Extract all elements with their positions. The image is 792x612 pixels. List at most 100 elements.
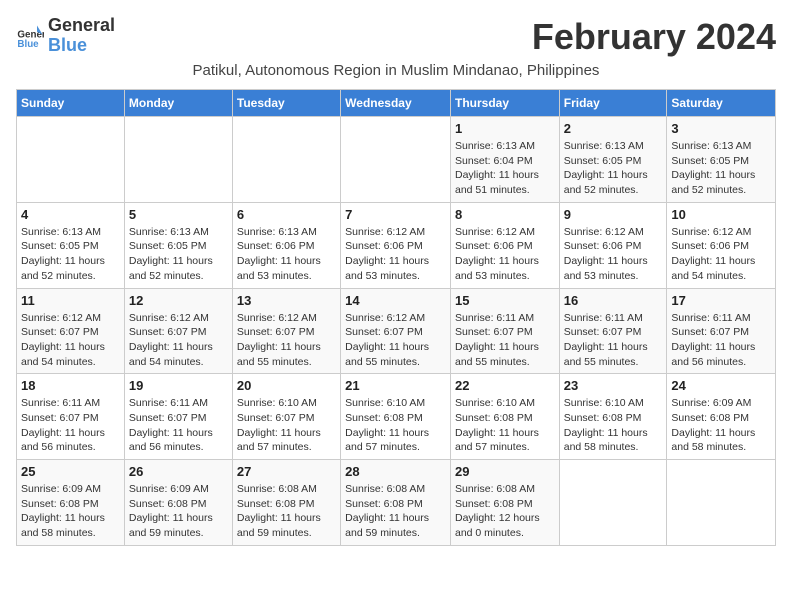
day-detail: Sunrise: 6:12 AM Sunset: 6:07 PM Dayligh…: [21, 311, 120, 370]
day-number: 5: [129, 207, 228, 222]
day-number: 15: [455, 293, 555, 308]
calendar-cell: [124, 117, 232, 203]
calendar-cell: 1 Sunrise: 6:13 AM Sunset: 6:04 PM Daylig…: [450, 117, 559, 203]
day-number: 16: [564, 293, 663, 308]
logo-blue-text: Blue: [48, 36, 115, 56]
day-number: 17: [671, 293, 771, 308]
day-number: 26: [129, 464, 228, 479]
month-title: February 2024: [532, 16, 776, 58]
calendar-cell: 21 Sunrise: 6:10 AM Sunset: 6:08 PM Dayli…: [341, 374, 451, 460]
svg-text:Blue: Blue: [17, 39, 39, 50]
day-number: 27: [237, 464, 336, 479]
calendar-cell: [667, 460, 776, 546]
day-detail: Sunrise: 6:13 AM Sunset: 6:05 PM Dayligh…: [21, 225, 120, 284]
day-detail: Sunrise: 6:10 AM Sunset: 6:08 PM Dayligh…: [564, 396, 663, 455]
day-number: 1: [455, 121, 555, 136]
day-detail: Sunrise: 6:12 AM Sunset: 6:06 PM Dayligh…: [345, 225, 446, 284]
weekday-header: Tuesday: [232, 90, 340, 117]
day-number: 9: [564, 207, 663, 222]
day-number: 8: [455, 207, 555, 222]
logo-icon: General Blue: [16, 22, 44, 50]
day-detail: Sunrise: 6:11 AM Sunset: 6:07 PM Dayligh…: [21, 396, 120, 455]
day-detail: Sunrise: 6:09 AM Sunset: 6:08 PM Dayligh…: [129, 482, 228, 541]
day-number: 10: [671, 207, 771, 222]
day-detail: Sunrise: 6:12 AM Sunset: 6:06 PM Dayligh…: [671, 225, 771, 284]
calendar-cell: 9 Sunrise: 6:12 AM Sunset: 6:06 PM Daylig…: [559, 202, 667, 288]
calendar-cell: 14 Sunrise: 6:12 AM Sunset: 6:07 PM Dayli…: [341, 288, 451, 374]
calendar-week-row: 11 Sunrise: 6:12 AM Sunset: 6:07 PM Dayli…: [17, 288, 776, 374]
calendar-cell: 24 Sunrise: 6:09 AM Sunset: 6:08 PM Dayli…: [667, 374, 776, 460]
page-header: General Blue General Blue February 2024: [16, 16, 776, 58]
day-detail: Sunrise: 6:11 AM Sunset: 6:07 PM Dayligh…: [455, 311, 555, 370]
day-detail: Sunrise: 6:10 AM Sunset: 6:08 PM Dayligh…: [345, 396, 446, 455]
calendar-cell: 10 Sunrise: 6:12 AM Sunset: 6:06 PM Dayli…: [667, 202, 776, 288]
calendar-week-row: 25 Sunrise: 6:09 AM Sunset: 6:08 PM Dayli…: [17, 460, 776, 546]
weekday-header: Thursday: [450, 90, 559, 117]
day-detail: Sunrise: 6:12 AM Sunset: 6:07 PM Dayligh…: [129, 311, 228, 370]
calendar-cell: 18 Sunrise: 6:11 AM Sunset: 6:07 PM Dayli…: [17, 374, 125, 460]
day-number: 2: [564, 121, 663, 136]
day-number: 7: [345, 207, 446, 222]
calendar-cell: 6Sunrise: 6:13 AM Sunset: 6:06 PM Daylig…: [232, 202, 340, 288]
logo-general-text: General: [48, 16, 115, 36]
calendar-cell: 20 Sunrise: 6:10 AM Sunset: 6:07 PM Dayli…: [232, 374, 340, 460]
day-number: 23: [564, 378, 663, 393]
day-detail: Sunrise: 6:12 AM Sunset: 6:07 PM Dayligh…: [345, 311, 446, 370]
calendar-cell: 8 Sunrise: 6:12 AM Sunset: 6:06 PM Daylig…: [450, 202, 559, 288]
calendar-cell: 27 Sunrise: 6:08 AM Sunset: 6:08 PM Dayli…: [232, 460, 340, 546]
day-number: 21: [345, 378, 446, 393]
day-detail: Sunrise: 6:11 AM Sunset: 6:07 PM Dayligh…: [129, 396, 228, 455]
calendar-cell: 2 Sunrise: 6:13 AM Sunset: 6:05 PM Daylig…: [559, 117, 667, 203]
calendar-cell: [17, 117, 125, 203]
day-detail: Sunrise: 6:08 AM Sunset: 6:08 PM Dayligh…: [237, 482, 336, 541]
day-number: 13: [237, 293, 336, 308]
day-number: 28: [345, 464, 446, 479]
calendar-cell: 7 Sunrise: 6:12 AM Sunset: 6:06 PM Daylig…: [341, 202, 451, 288]
calendar-cell: 22 Sunrise: 6:10 AM Sunset: 6:08 PM Dayli…: [450, 374, 559, 460]
calendar-cell: 23 Sunrise: 6:10 AM Sunset: 6:08 PM Dayli…: [559, 374, 667, 460]
calendar-cell: [232, 117, 340, 203]
calendar-week-row: 1 Sunrise: 6:13 AM Sunset: 6:04 PM Daylig…: [17, 117, 776, 203]
weekday-header: Friday: [559, 90, 667, 117]
day-number: 24: [671, 378, 771, 393]
calendar-cell: 26 Sunrise: 6:09 AM Sunset: 6:08 PM Dayli…: [124, 460, 232, 546]
calendar-cell: [559, 460, 667, 546]
day-number: 4: [21, 207, 120, 222]
day-number: 25: [21, 464, 120, 479]
calendar-cell: 25 Sunrise: 6:09 AM Sunset: 6:08 PM Dayli…: [17, 460, 125, 546]
calendar-cell: 11 Sunrise: 6:12 AM Sunset: 6:07 PM Dayli…: [17, 288, 125, 374]
day-detail: Sunrise: 6:09 AM Sunset: 6:08 PM Dayligh…: [21, 482, 120, 541]
logo: General Blue General Blue: [16, 16, 115, 56]
day-number: 3: [671, 121, 771, 136]
day-detail: Sunrise: 6:13 AM Sunset: 6:04 PM Dayligh…: [455, 139, 555, 198]
day-detail: Sunrise: 6:11 AM Sunset: 6:07 PM Dayligh…: [564, 311, 663, 370]
day-detail: Sunrise: 6:12 AM Sunset: 6:06 PM Dayligh…: [455, 225, 555, 284]
day-detail: Sunrise: 6:09 AM Sunset: 6:08 PM Dayligh…: [671, 396, 771, 455]
weekday-header: Wednesday: [341, 90, 451, 117]
day-detail: Sunrise: 6:13 AM Sunset: 6:05 PM Dayligh…: [129, 225, 228, 284]
day-number: 18: [21, 378, 120, 393]
day-number: 22: [455, 378, 555, 393]
calendar-cell: 28 Sunrise: 6:08 AM Sunset: 6:08 PM Dayli…: [341, 460, 451, 546]
day-number: 11: [21, 293, 120, 308]
calendar-cell: 19Sunrise: 6:11 AM Sunset: 6:07 PM Dayli…: [124, 374, 232, 460]
calendar-cell: [341, 117, 451, 203]
calendar-cell: 16 Sunrise: 6:11 AM Sunset: 6:07 PM Dayli…: [559, 288, 667, 374]
calendar-cell: 3Sunrise: 6:13 AM Sunset: 6:05 PM Daylig…: [667, 117, 776, 203]
calendar-cell: 4 Sunrise: 6:13 AM Sunset: 6:05 PM Daylig…: [17, 202, 125, 288]
calendar-cell: 5 Sunrise: 6:13 AM Sunset: 6:05 PM Daylig…: [124, 202, 232, 288]
day-detail: Sunrise: 6:10 AM Sunset: 6:08 PM Dayligh…: [455, 396, 555, 455]
weekday-header: Saturday: [667, 90, 776, 117]
weekday-header: Monday: [124, 90, 232, 117]
day-detail: Sunrise: 6:08 AM Sunset: 6:08 PM Dayligh…: [345, 482, 446, 541]
day-number: 29: [455, 464, 555, 479]
calendar-week-row: 18 Sunrise: 6:11 AM Sunset: 6:07 PM Dayli…: [17, 374, 776, 460]
day-number: 14: [345, 293, 446, 308]
day-detail: Sunrise: 6:10 AM Sunset: 6:07 PM Dayligh…: [237, 396, 336, 455]
calendar-table: SundayMondayTuesdayWednesdayThursdayFrid…: [16, 89, 776, 546]
day-detail: Sunrise: 6:13 AM Sunset: 6:05 PM Dayligh…: [564, 139, 663, 198]
header-row: SundayMondayTuesdayWednesdayThursdayFrid…: [17, 90, 776, 117]
day-detail: Sunrise: 6:12 AM Sunset: 6:06 PM Dayligh…: [564, 225, 663, 284]
day-number: 20: [237, 378, 336, 393]
calendar-cell: 15 Sunrise: 6:11 AM Sunset: 6:07 PM Dayli…: [450, 288, 559, 374]
